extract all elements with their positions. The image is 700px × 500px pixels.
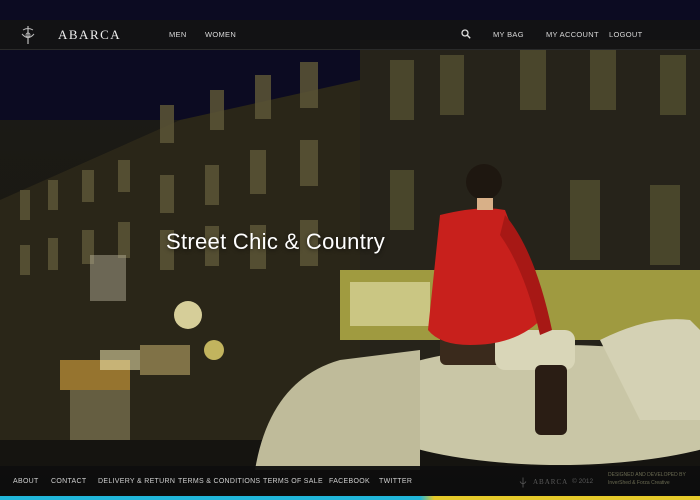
footer-twitter-link[interactable]: TWITTER <box>379 478 412 485</box>
brand-name[interactable]: ABARCA <box>58 27 121 43</box>
my-bag-link[interactable]: MY BAG <box>493 30 524 39</box>
footer-contact-link[interactable]: CONTACT <box>51 478 86 485</box>
nav-women-link[interactable]: WOMEN <box>205 30 236 39</box>
my-account-link[interactable]: MY ACCOUNT <box>546 30 599 39</box>
footer-facebook-link[interactable]: FACEBOOK <box>329 478 370 485</box>
footer-delivery-return-link[interactable]: DELIVERY & RETURN <box>98 478 175 485</box>
footer-copyright: © 2012 <box>572 478 594 485</box>
footer-terms-of-sale-link[interactable]: TERMS OF SALE <box>263 478 323 485</box>
hero-headline: Street Chic & Country <box>166 229 386 254</box>
footer-about-link[interactable]: ABOUT <box>13 478 39 485</box>
footer-terms-conditions-link[interactable]: TERMS & CONDITIONS <box>178 478 260 485</box>
nav-men-link[interactable]: MEN <box>169 30 187 39</box>
credits-line-1: DESIGNED AND DEVELOPED BY <box>608 472 686 478</box>
footer-color-stripe <box>0 496 700 500</box>
footer-bar: ABOUT CONTACT DELIVERY & RETURN TERMS & … <box>0 466 700 496</box>
logout-link[interactable]: LOGOUT <box>609 30 642 39</box>
footer-credits: DESIGNED AND DEVELOPED BY InverShed & Fo… <box>608 471 698 487</box>
brand-logo-icon[interactable] <box>20 25 36 45</box>
top-navigation-bar: ABARCA MEN WOMEN MY BAG MY ACCOUNT LOGOU… <box>0 20 700 50</box>
credits-line-2[interactable]: InverShed & Forza Creative <box>608 479 698 487</box>
search-icon[interactable] <box>461 29 471 39</box>
footer-brand: ABARCA <box>533 478 569 486</box>
footer-logo-icon <box>519 477 527 488</box>
